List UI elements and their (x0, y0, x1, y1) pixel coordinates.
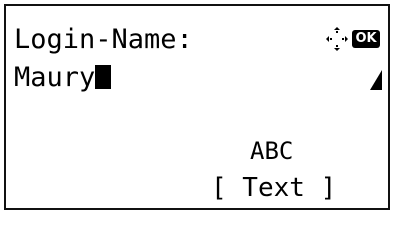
ok-icon[interactable]: OK (352, 30, 380, 48)
login-name-screen: Login-Name: OK Maury ABC [ Text ] (4, 4, 390, 210)
field-label: Login-Name: (14, 24, 193, 55)
login-name-input[interactable]: Maury (14, 62, 112, 93)
text-cursor (95, 65, 112, 89)
input-value: Maury (14, 62, 96, 93)
triangle-corner-icon (370, 70, 382, 90)
input-mode-indicator: ABC (250, 137, 294, 165)
text-soft-key[interactable]: [ Text ] (211, 173, 336, 203)
